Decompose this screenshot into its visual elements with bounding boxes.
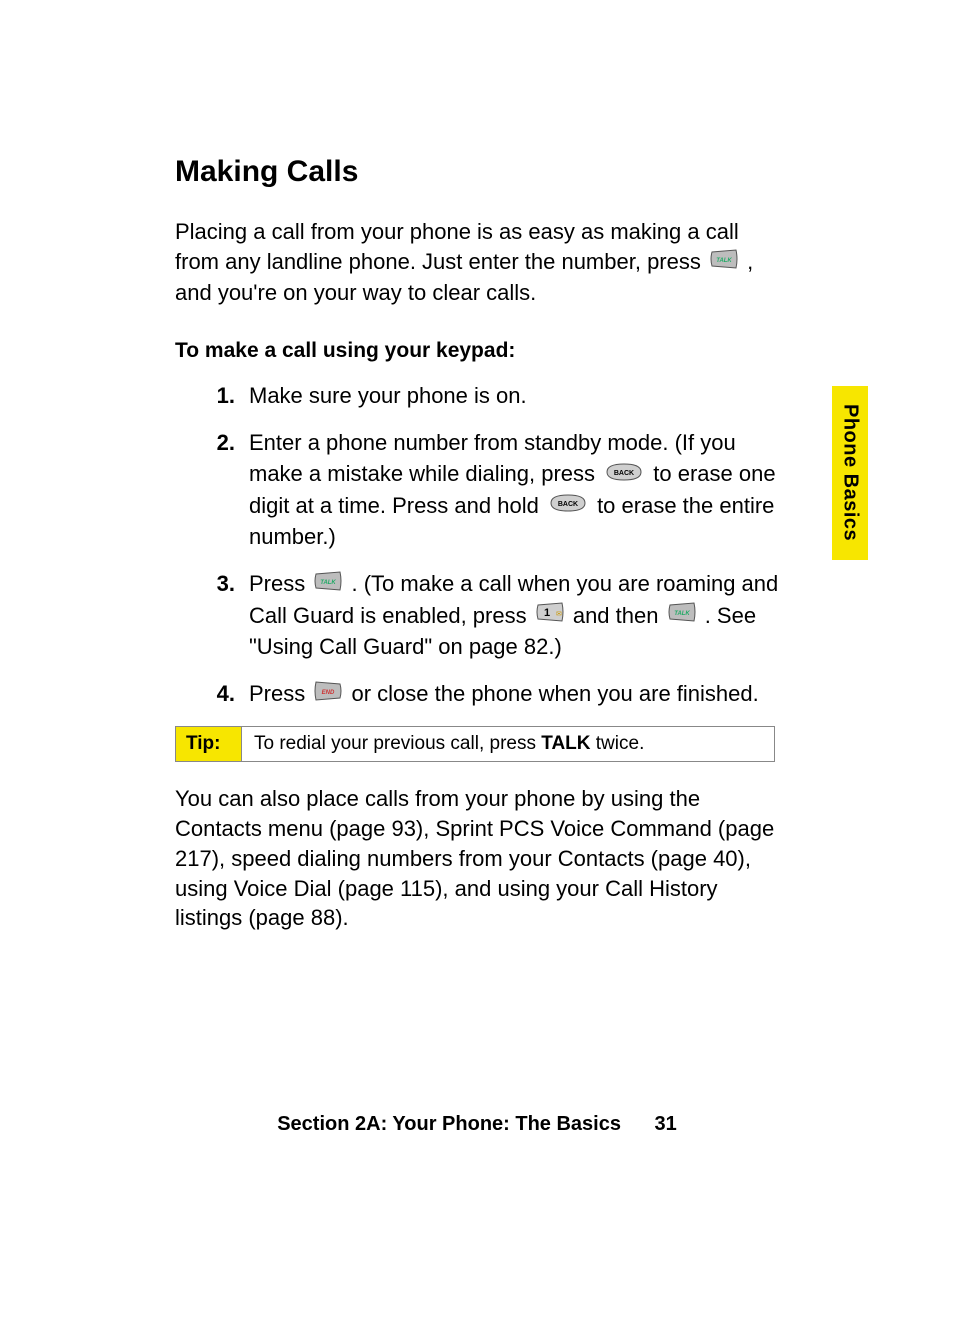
step4-a: Press (249, 681, 311, 706)
talk-key-icon: TALK (313, 570, 343, 601)
back-key-icon: BACK (547, 491, 589, 522)
svg-text:END: END (322, 690, 335, 696)
step-text: Make sure your phone is on. (249, 381, 785, 412)
tip-text: To redial your previous call, press TALK… (242, 727, 774, 761)
side-tab: Phone Basics (832, 386, 868, 560)
step-number: 1. (203, 381, 235, 412)
step3-a: Press (249, 571, 311, 596)
instruction-subhead: To make a call using your keypad: (175, 339, 785, 363)
intro-paragraph: Placing a call from your phone is as eas… (175, 217, 785, 307)
svg-text:TALK: TALK (674, 611, 690, 617)
svg-text:BACK: BACK (614, 470, 634, 477)
tip-bold: TALK (541, 733, 590, 754)
intro-text-1: Placing a call from your phone is as eas… (175, 219, 739, 274)
steps-list: 1. Make sure your phone is on. 2. Enter … (175, 381, 785, 710)
step-text: Enter a phone number from standby mode. … (249, 428, 785, 553)
section-heading: Making Calls (175, 155, 785, 189)
step-number: 3. (203, 569, 235, 663)
svg-text:1: 1 (544, 607, 550, 619)
talk-key-icon: TALK (709, 248, 739, 278)
svg-text:✉: ✉ (556, 611, 562, 618)
outro-paragraph: You can also place calls from your phone… (175, 784, 785, 932)
tip-before: To redial your previous call, press (254, 733, 541, 754)
step-text: Press END or close the phone when you ar… (249, 679, 785, 711)
end-key-icon: END (313, 680, 343, 711)
svg-text:TALK: TALK (716, 258, 732, 264)
step4-b: or close the phone when you are finished… (351, 681, 758, 706)
step-1: 1. Make sure your phone is on. (203, 381, 785, 412)
content-area: Making Calls Placing a call from your ph… (175, 155, 785, 933)
talk-key-icon: TALK (667, 601, 697, 632)
step-number: 4. (203, 679, 235, 711)
one-key-icon: 1✉ (535, 601, 565, 632)
step3-c: and then (573, 603, 665, 628)
page-footer: Section 2A: Your Phone: The Basics 31 (0, 1113, 954, 1136)
page: Making Calls Placing a call from your ph… (0, 0, 954, 1336)
step-4: 4. Press END or close the phone when you… (203, 679, 785, 711)
back-key-icon: BACK (603, 460, 645, 491)
step-text: Press TALK . (To make a call when you ar… (249, 569, 785, 663)
footer-section: Section 2A: Your Phone: The Basics (277, 1113, 621, 1135)
step-3: 3. Press TALK . (To make a call when you… (203, 569, 785, 663)
side-tab-label: Phone Basics (839, 404, 862, 541)
tip-box: Tip: To redial your previous call, press… (175, 726, 775, 762)
step-number: 2. (203, 428, 235, 553)
svg-text:TALK: TALK (321, 580, 337, 586)
tip-after: twice. (591, 733, 645, 754)
svg-text:BACK: BACK (558, 501, 578, 508)
footer-page-number: 31 (655, 1113, 677, 1135)
tip-label: Tip: (176, 727, 242, 761)
step-2: 2. Enter a phone number from standby mod… (203, 428, 785, 553)
